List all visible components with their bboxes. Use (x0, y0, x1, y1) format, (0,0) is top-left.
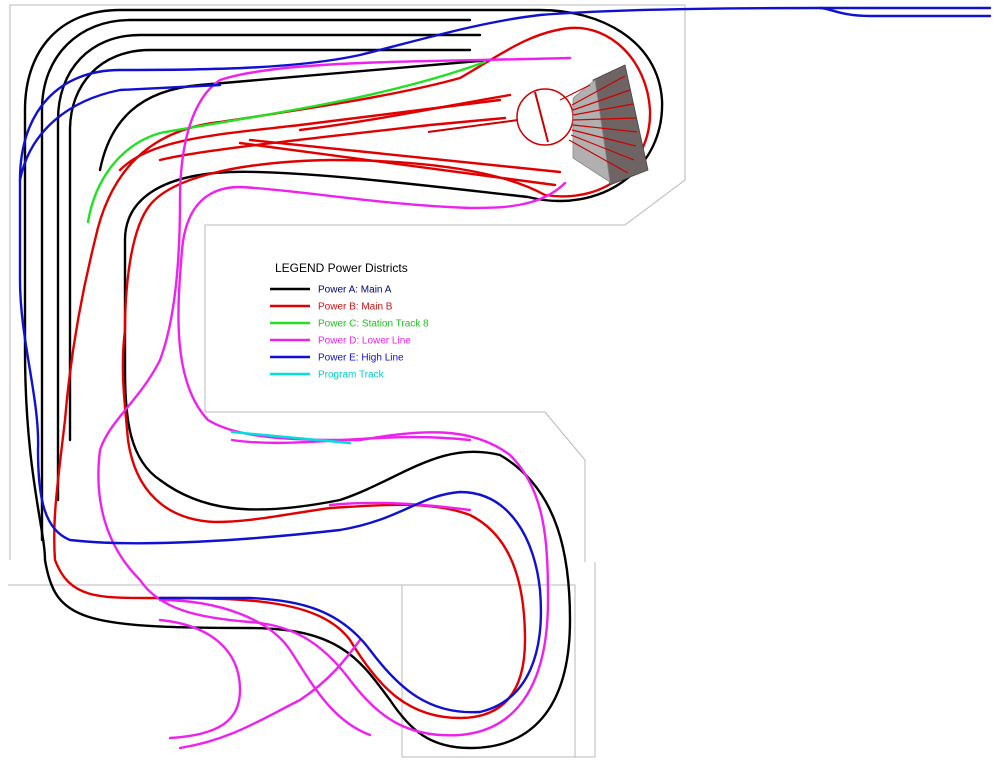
legend-item-c: Power C: Station Track 8 (270, 319, 429, 330)
legend-label: Power D: Lower Line (318, 336, 411, 347)
legend-item-b: Power B: Main B (270, 302, 393, 313)
legend-label: Power C: Station Track 8 (318, 319, 429, 330)
legend-item-a: Power A: Main A (270, 285, 392, 296)
roundhouse (559, 64, 649, 186)
legend-label: Power A: Main A (318, 285, 392, 296)
legend: LEGEND Power Districts Power A: Main A Po… (270, 261, 429, 381)
track-plan-diagram: LEGEND Power Districts Power A: Main A Po… (8, 4, 992, 758)
legend-item-d: Power D: Lower Line (270, 336, 411, 347)
track-district-e (18, 6, 992, 714)
legend-item-e: Power E: High Line (270, 353, 404, 364)
legend-label: Power E: High Line (318, 353, 404, 364)
legend-label: Power B: Main B (318, 302, 393, 313)
legend-item-p: Program Track (270, 370, 385, 381)
legend-label: Program Track (318, 370, 385, 381)
legend-title: LEGEND Power Districts (275, 261, 408, 275)
